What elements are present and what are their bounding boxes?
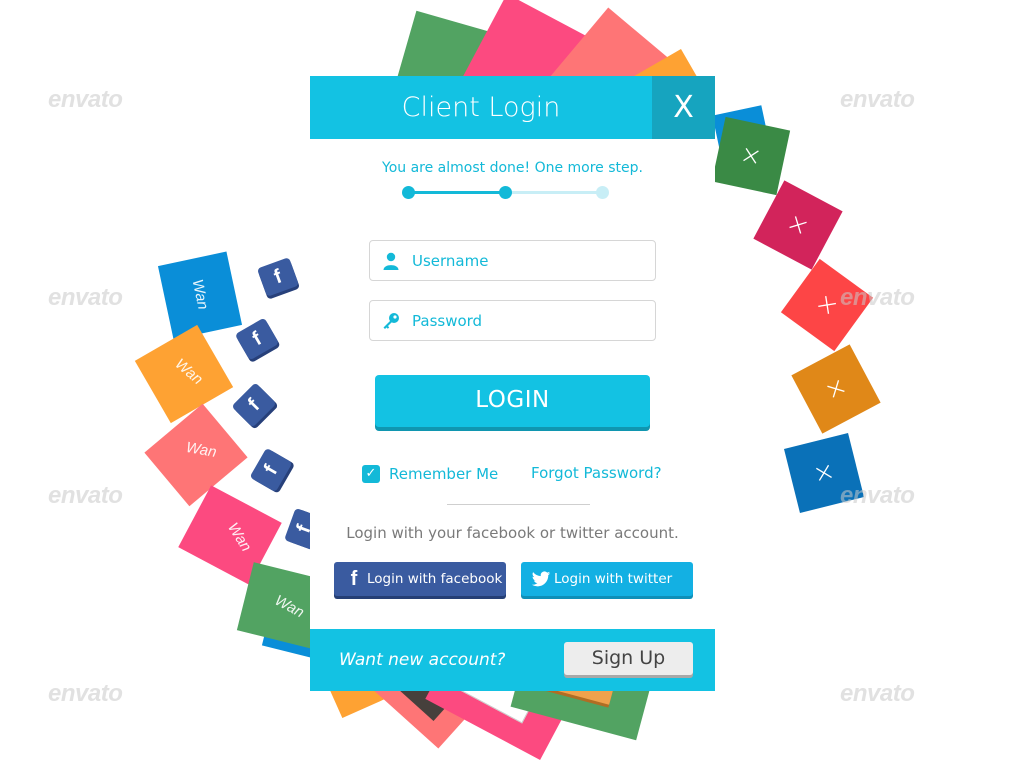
password-field[interactable]: [369, 300, 656, 341]
close-icon: ×: [819, 370, 853, 408]
bg-facebook-chip: f: [249, 447, 293, 493]
twitter-login-button[interactable]: Login with twitter: [521, 562, 693, 596]
bg-card-x-crimson: ×: [753, 180, 843, 270]
signup-footer: Want new account? Sign Up: [310, 629, 715, 691]
facebook-login-button[interactable]: f Login with facebook: [334, 562, 506, 596]
close-icon: ×: [809, 286, 845, 324]
dialog-title: Client Login: [401, 92, 561, 123]
login-dialog: Client Login X You are almost done! One …: [310, 76, 715, 691]
sign-up-button[interactable]: Sign Up: [564, 642, 693, 675]
bg-facebook-chip: f: [256, 257, 300, 297]
facebook-icon: f: [350, 568, 358, 590]
twitter-icon: [531, 571, 551, 587]
close-icon: ×: [809, 455, 839, 491]
new-account-prompt: Want new account?: [339, 650, 506, 670]
step-progress: [402, 186, 609, 200]
bg-card-blue-left: Wan: [157, 251, 243, 340]
bg-card-x-orange: ×: [791, 344, 881, 434]
divider: [447, 504, 590, 505]
close-button[interactable]: X: [652, 76, 715, 139]
remember-me-label: Remember Me: [389, 465, 499, 483]
bg-card-x-green: ×: [711, 116, 791, 196]
login-button[interactable]: LOGIN: [375, 375, 650, 427]
password-input[interactable]: [412, 301, 647, 340]
progress-message: You are almost done! One more step.: [382, 160, 643, 176]
progress-step-dot: [499, 186, 512, 199]
bg-card-salmon-left: Wan: [144, 403, 248, 507]
close-icon: ×: [781, 206, 815, 244]
remember-me-checkbox[interactable]: ✓ Remember Me: [362, 464, 498, 484]
key-icon: [383, 313, 399, 329]
twitter-login-label: Login with twitter: [554, 571, 673, 587]
progress-step-dot: [596, 186, 609, 199]
close-icon: ×: [737, 139, 765, 173]
bg-card-x-red: ×: [780, 258, 874, 352]
progress-step-dot: [402, 186, 415, 199]
username-field[interactable]: [369, 240, 656, 281]
dialog-header: Client Login X: [310, 76, 715, 139]
username-input[interactable]: [412, 241, 647, 280]
user-icon: [383, 252, 399, 270]
progress-fill: [408, 191, 505, 194]
facebook-login-label: Login with facebook: [367, 571, 503, 587]
forgot-password-link[interactable]: Forgot Password?: [531, 464, 662, 482]
bg-facebook-chip: f: [231, 382, 277, 428]
bg-card-orange-left: Wan: [134, 324, 234, 424]
bg-card-x-blue: ×: [783, 432, 865, 514]
social-login-prompt: Login with your facebook or twitter acco…: [346, 524, 679, 542]
checkbox-checked-icon[interactable]: ✓: [362, 465, 380, 483]
